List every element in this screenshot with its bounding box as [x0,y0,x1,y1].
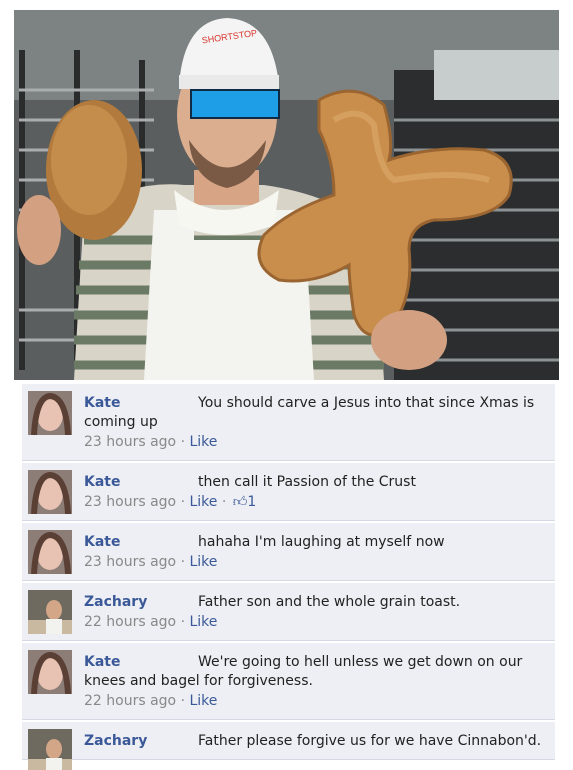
comment-author[interactable]: Kate [84,653,198,672]
comment-text: Father please forgive us for we have Cin… [198,733,542,749]
comment-item: Zachary Father son and the whole grain to… [22,583,555,641]
separator: · [180,554,186,570]
like-link[interactable]: Like [189,554,217,570]
comment-time[interactable]: 23 hours ago [84,554,176,570]
avatar[interactable] [28,470,72,514]
avatar[interactable] [28,650,72,694]
comment-item: Zachary Father please forgive us for we h… [22,722,555,770]
like-link[interactable]: Like [189,693,217,709]
comment-text: hahaha I'm laughing at myself now [198,534,445,550]
comment-item: Kate You should carve a Jesus into that s… [22,384,555,461]
like-link[interactable]: Like [189,614,217,630]
baker-holding-bread-cross-image: SHORTSTOP [14,10,559,380]
comment-list: Kate You should carve a Jesus into that s… [22,384,555,770]
separator: · [221,494,227,510]
avatar[interactable] [28,590,72,634]
comment-item: Kate We're going to hell unless we get do… [22,643,555,720]
post-photo[interactable]: SHORTSTOP [14,10,559,380]
avatar[interactable] [28,391,72,435]
separator: · [180,494,186,510]
comment-item: Kate hahaha I'm laughing at myself now 23… [22,523,555,581]
like-count[interactable]: 1 [247,494,256,510]
like-link[interactable]: Like [189,434,217,450]
comment-time[interactable]: 23 hours ago [84,494,176,510]
censor-bar [190,89,280,119]
comment-time[interactable]: 22 hours ago [84,614,176,630]
comment-time[interactable]: 22 hours ago [84,693,176,709]
separator: · [180,693,186,709]
comment-text: Father son and the whole grain toast. [198,594,461,610]
like-link[interactable]: Like [189,494,217,510]
comment-author[interactable]: Zachary [84,593,198,612]
avatar[interactable] [28,530,72,574]
comment-author[interactable]: Kate [84,533,198,552]
comment-author[interactable]: Kate [84,394,198,413]
separator: · [180,434,186,450]
comment-time[interactable]: 23 hours ago [84,434,176,450]
comment-text: then call it Passion of the Crust [198,474,416,490]
comment-author[interactable]: Kate [84,473,198,492]
thumbs-up-icon[interactable]: 👍︎ [233,493,248,512]
comment-author[interactable]: Zachary [84,732,198,751]
comment-item: Kate then call it Passion of the Crust 23… [22,463,555,521]
avatar[interactable] [28,729,72,770]
separator: · [180,614,186,630]
